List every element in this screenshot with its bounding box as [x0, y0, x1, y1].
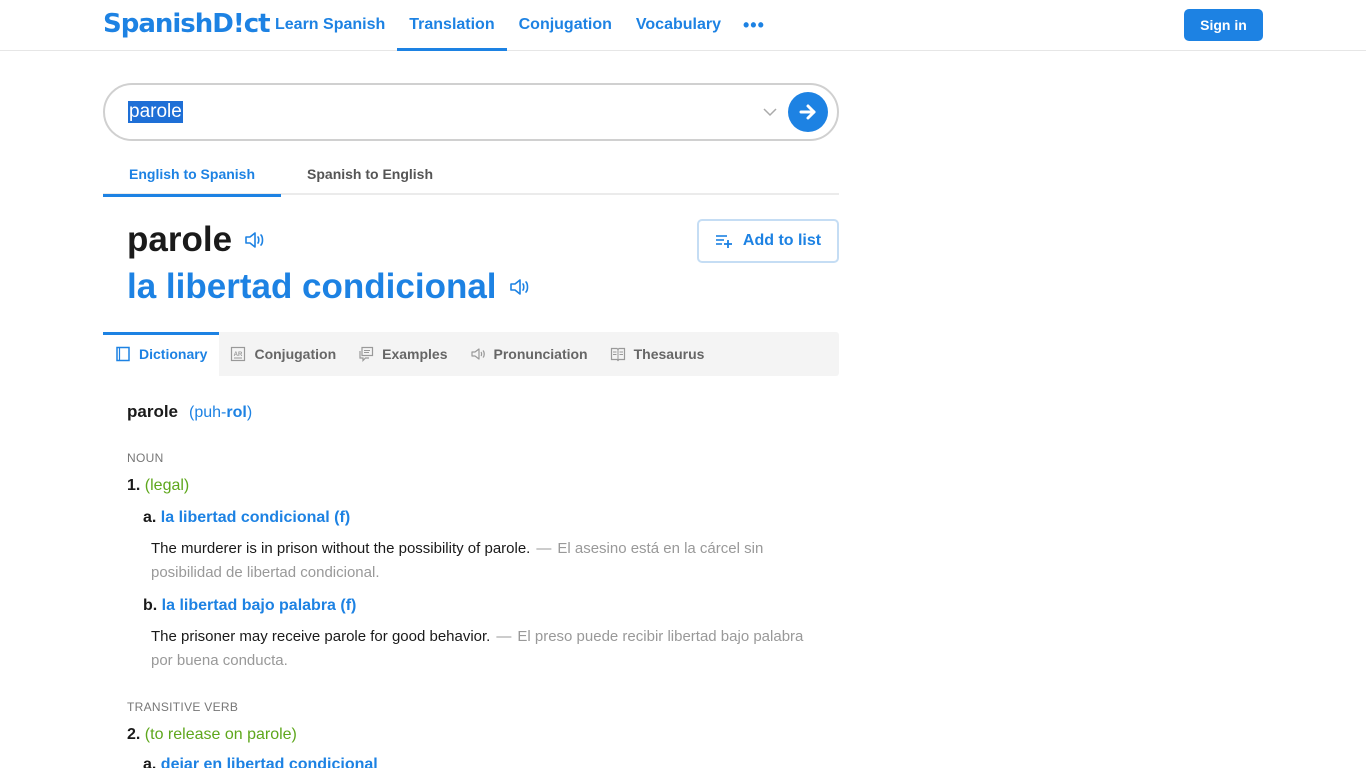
subsense: a. la libertad condicional (f) [143, 509, 350, 527]
add-list-icon [715, 235, 732, 248]
more-menu-icon[interactable]: ••• [733, 0, 775, 50]
tab-label: Examples [382, 346, 448, 362]
search-input[interactable]: parole [128, 101, 183, 123]
subsense-letter: b. [143, 597, 158, 614]
subsense-letter: a. [143, 756, 157, 768]
logo[interactable]: SpanishD!ct [103, 9, 271, 39]
tab-thesaurus[interactable]: Thesaurus [599, 332, 716, 376]
tab-pronunciation[interactable]: Pronunciation [459, 332, 599, 376]
subsense-letter: a. [143, 509, 157, 526]
part-of-speech: TRANSITIVE VERB [127, 700, 239, 714]
part-of-speech: NOUN [127, 451, 164, 465]
example-dash: — [536, 540, 552, 557]
speaker-icon[interactable] [507, 275, 531, 299]
main-nav: Learn Spanish Translation Conjugation Vo… [263, 0, 775, 51]
arrow-right-icon [799, 104, 816, 120]
content-tabs: Dictionary AR Conjugation Examples Pronu… [103, 332, 839, 376]
tab-english-to-spanish[interactable]: English to Spanish [103, 153, 282, 197]
pron-stress: rol [226, 404, 247, 421]
search-bar[interactable]: parole [103, 83, 839, 141]
example-dash: — [496, 628, 512, 645]
sense-context: (to release on parole) [144, 726, 297, 743]
translation-text: la libertad condicional [127, 267, 497, 306]
tab-label: Dictionary [139, 346, 208, 362]
subsense: b. la libertad bajo palabra (f) [143, 597, 356, 615]
sense-context: (legal) [144, 477, 190, 494]
sense-number: 2. [127, 726, 141, 743]
svg-text:AR: AR [234, 352, 243, 358]
subsense-translation[interactable]: la libertad condicional (f) [161, 509, 350, 526]
tab-label: Pronunciation [493, 346, 588, 362]
tab-conjugation[interactable]: AR Conjugation [219, 332, 347, 376]
nav-conjugation[interactable]: Conjugation [507, 0, 624, 50]
add-to-list-label: Add to list [742, 232, 822, 249]
example: The prisoner may receive parole for good… [151, 625, 821, 673]
examples-icon [359, 346, 374, 362]
headword: parole [127, 220, 266, 260]
tab-examples[interactable]: Examples [347, 332, 458, 376]
example-english: The murderer is in prison without the po… [151, 540, 531, 557]
conjugation-icon: AR [231, 346, 246, 362]
tab-spanish-to-english[interactable]: Spanish to English [281, 153, 459, 195]
main-translation: la libertad condicional [127, 267, 531, 307]
sense: 2. (to release on parole) [127, 726, 297, 744]
subsense-translation[interactable]: dejar en libertad condicional [161, 756, 378, 768]
direction-tabs: English to Spanish Spanish to English [103, 153, 839, 197]
nav-translation[interactable]: Translation [397, 0, 507, 51]
tab-dictionary[interactable]: Dictionary [103, 332, 220, 376]
thesaurus-icon [610, 347, 625, 362]
tab-label: Thesaurus [633, 346, 705, 362]
add-to-list-button[interactable]: Add to list [697, 219, 839, 263]
entry-word: parole [127, 402, 179, 421]
pron-part: ) [246, 404, 253, 421]
example: The murderer is in prison without the po… [151, 537, 821, 585]
example-english: The prisoner may receive parole for good… [151, 628, 491, 645]
chevron-down-icon[interactable] [761, 103, 779, 121]
nav-vocabulary[interactable]: Vocabulary [624, 0, 733, 50]
headword-text: parole [127, 220, 233, 259]
top-header: SpanishD!ct Learn Spanish Translation Co… [0, 0, 1366, 51]
speaker-icon [470, 348, 485, 360]
subsense-translation[interactable]: la libertad bajo palabra (f) [162, 597, 357, 614]
pron-part: (puh- [189, 404, 227, 421]
sign-in-button[interactable]: Sign in [1184, 9, 1263, 41]
nav-learn-spanish[interactable]: Learn Spanish [263, 0, 397, 50]
search-submit-button[interactable] [788, 92, 828, 132]
sense: 1. (legal) [127, 477, 189, 495]
pronunciation: (puh-rol) [189, 404, 252, 422]
subsense: a. dejar en libertad condicional [143, 756, 378, 768]
book-icon [116, 346, 130, 362]
tab-label: Conjugation [254, 346, 337, 362]
sense-number: 1. [127, 477, 141, 494]
speaker-icon[interactable] [242, 228, 266, 252]
